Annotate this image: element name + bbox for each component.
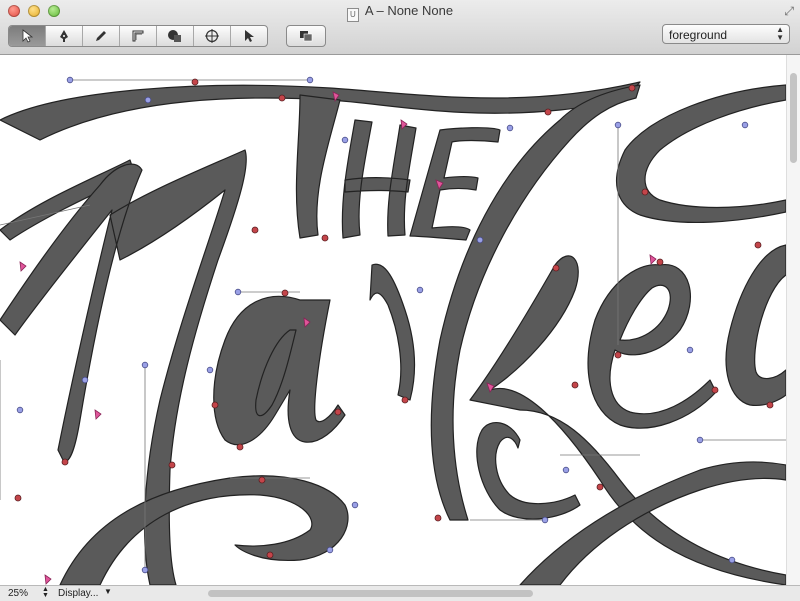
off-curve-point[interactable] [144,96,152,104]
off-curve-point[interactable] [351,501,359,509]
on-curve-point[interactable] [334,408,342,416]
glyph-outline-view[interactable] [0,55,786,585]
on-curve-point[interactable] [628,84,636,92]
off-curve-point[interactable] [506,124,514,132]
horizontal-scroll-thumb[interactable] [208,590,533,597]
right-swash-path [616,84,786,224]
point-select-tool-button[interactable] [231,26,267,46]
on-curve-point[interactable] [281,289,289,297]
off-curve-point[interactable] [562,466,570,474]
on-curve-point[interactable] [596,483,604,491]
selected-handle[interactable] [44,574,52,585]
on-curve-point[interactable] [641,188,649,196]
document-icon: U [346,8,359,22]
on-curve-point[interactable] [321,234,329,242]
letter-h-path [341,119,417,239]
layers-toggle-button[interactable] [286,25,326,47]
off-curve-point[interactable] [81,376,89,384]
on-curve-point[interactable] [266,551,274,559]
off-curve-point[interactable] [141,361,149,369]
knife-tool-button[interactable] [194,26,231,46]
on-curve-point[interactable] [401,396,409,404]
on-curve-point[interactable] [544,108,552,116]
chevron-down-icon[interactable]: ▼ [104,587,112,596]
on-curve-point[interactable] [754,241,762,249]
off-curve-point[interactable] [741,121,749,129]
layers-icon [300,31,313,42]
vertical-scrollbar[interactable] [786,55,800,585]
off-curve-point[interactable] [16,406,24,414]
off-curve-point[interactable] [686,346,694,354]
selected-handle[interactable] [94,409,102,420]
tool-group [8,25,268,47]
on-curve-point[interactable] [211,401,219,409]
off-curve-point[interactable] [141,566,149,574]
glyph-outlines [0,81,786,585]
off-curve-point[interactable] [66,76,74,84]
measure-tool-button[interactable] [120,26,157,46]
off-curve-point[interactable] [541,516,549,524]
updown-arrows-icon: ▲ ▼ [776,25,784,42]
off-curve-point[interactable] [476,236,484,244]
on-curve-point[interactable] [571,381,579,389]
on-curve-point[interactable] [766,401,774,409]
on-curve-point[interactable] [711,386,719,394]
select-tool-button[interactable] [9,26,46,46]
horizontal-scrollbar[interactable] [122,588,782,598]
lower-swash-path [59,475,349,585]
letter-d-path [725,244,786,407]
on-curve-point[interactable] [61,458,69,466]
shapes-icon [168,30,181,42]
off-curve-point[interactable] [728,556,736,564]
glyph-editor-window: U A – None None ⤢ foreground ▲ ▼ 25% ▲ ▼ … [0,0,800,601]
pen-nib-icon [60,30,68,42]
on-curve-point[interactable] [552,264,560,272]
off-curve-point[interactable] [416,286,424,294]
letter-e2-path [587,264,717,429]
off-curve-point[interactable] [234,288,242,296]
glyph-canvas[interactable] [0,55,786,585]
selected-handle[interactable] [649,254,657,265]
vertical-scroll-thumb[interactable] [790,73,797,163]
crosshair-icon [205,29,219,43]
ruler-corner-icon [132,30,144,42]
title-bar: U A – None None ⤢ foreground ▲ ▼ [0,0,800,55]
tool-palette [8,25,326,47]
off-curve-point[interactable] [696,436,704,444]
display-menu[interactable]: Display... [58,588,98,599]
layer-select-value: foreground [669,28,728,42]
on-curve-point[interactable] [236,443,244,451]
on-curve-point[interactable] [258,476,266,484]
layer-select[interactable]: foreground ▲ ▼ [662,24,790,44]
off-curve-point[interactable] [326,546,334,554]
off-curve-point[interactable] [341,136,349,144]
selected-handle[interactable] [19,261,27,272]
on-curve-point[interactable] [656,258,664,266]
on-curve-point[interactable] [278,94,286,102]
zoom-stepper-icon[interactable]: ▲ ▼ [42,586,49,599]
pointer-icon [245,30,254,42]
window-title-area: U A – None None [0,3,800,22]
off-curve-point[interactable] [206,366,214,374]
on-curve-point[interactable] [251,226,259,234]
on-curve-point[interactable] [168,461,176,469]
fullscreen-icon[interactable]: ⤢ [784,4,794,19]
pencil-icon [96,31,106,41]
off-curve-point[interactable] [306,76,314,84]
letter-a-path [213,295,346,446]
draw-tool-button[interactable] [83,26,120,46]
pen-tool-button[interactable] [46,26,83,46]
off-curve-point[interactable] [614,121,622,129]
on-curve-point[interactable] [191,78,199,86]
letter-t-path [295,94,341,239]
on-curve-point[interactable] [14,494,22,502]
status-bar: 25% ▲ ▼ Display... ▼ [0,585,800,601]
on-curve-point[interactable] [614,351,622,359]
letter-r-path [369,263,416,401]
on-curve-point[interactable] [434,514,442,522]
shapes-tool-button[interactable] [157,26,194,46]
window-title: A – None None [364,3,454,18]
arrow-icon [22,29,33,43]
zoom-level[interactable]: 25% [8,588,28,599]
